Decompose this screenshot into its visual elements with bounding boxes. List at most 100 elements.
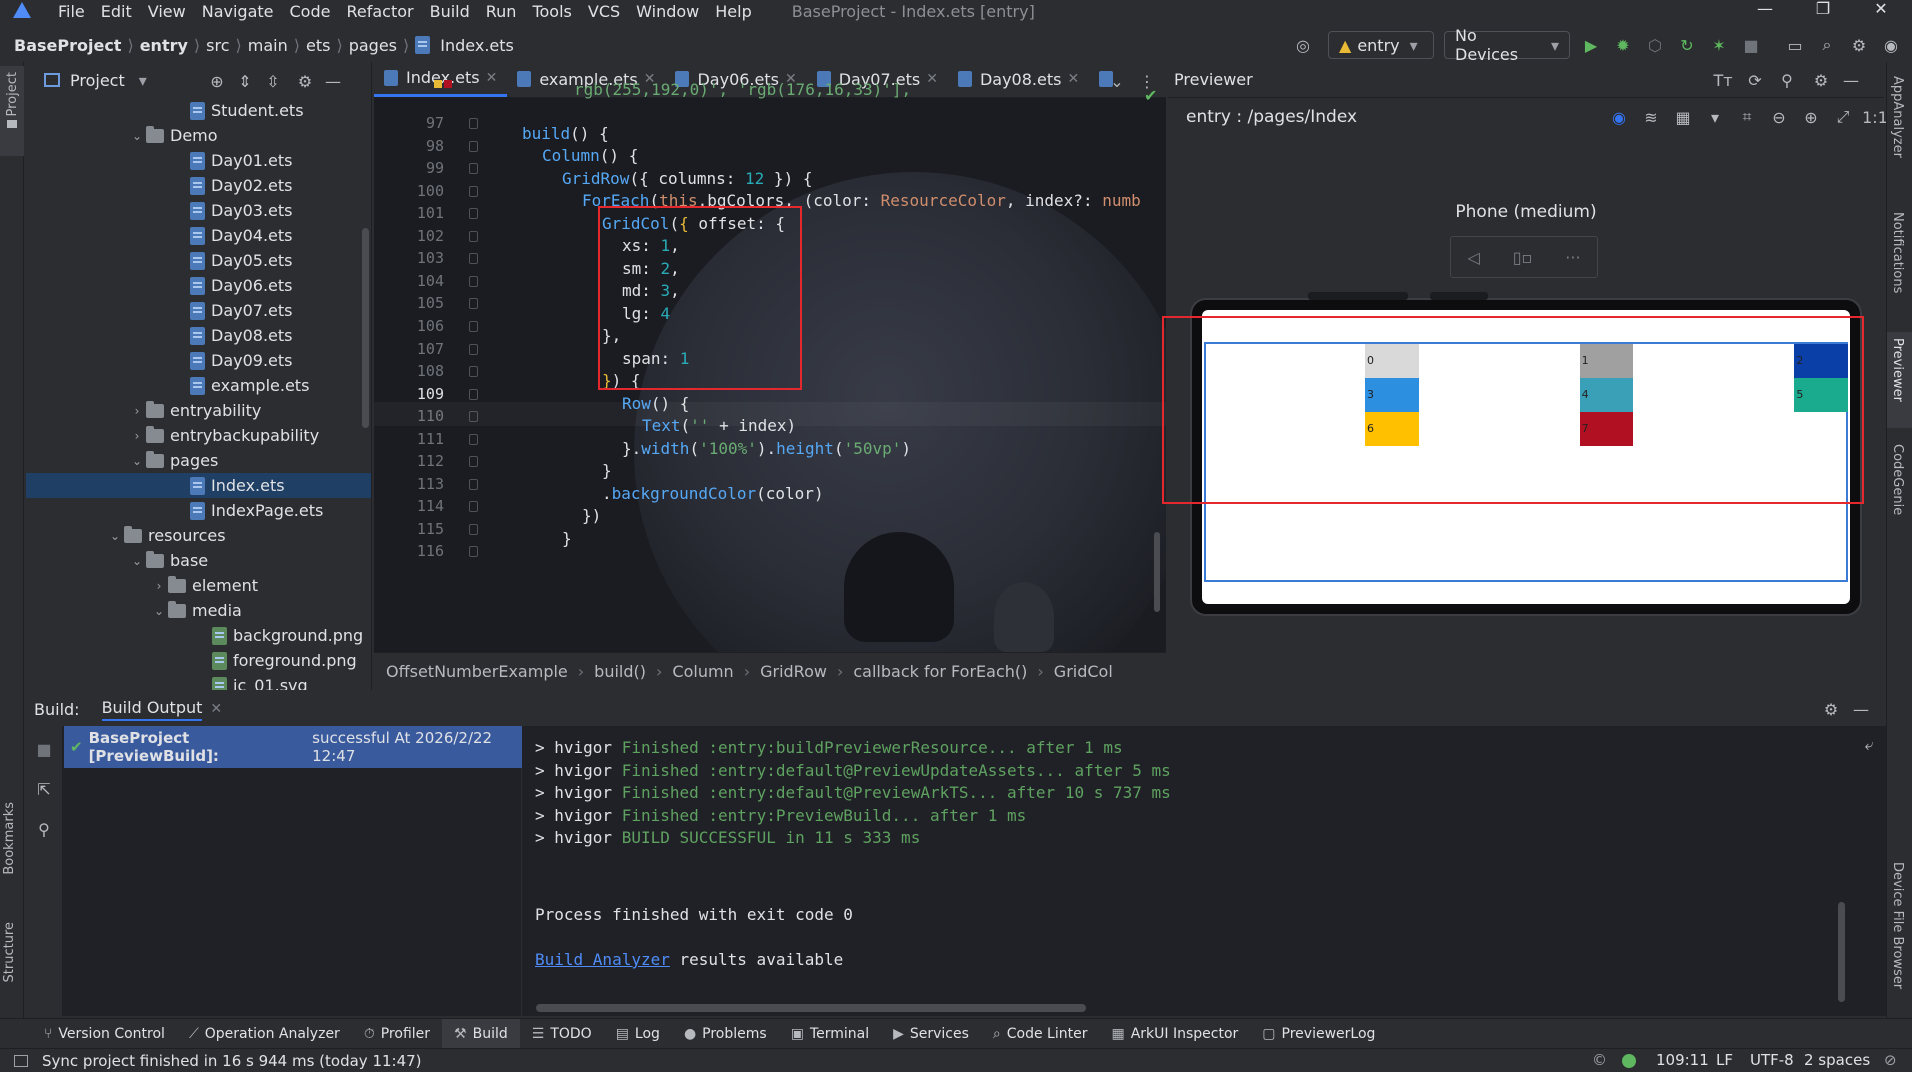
code-breadcrumb-item[interactable]: GridRow [760,662,827,681]
account-icon[interactable]: ◉ [1878,32,1904,58]
expand-all-icon[interactable]: ⇕ [232,68,258,94]
fold-marker-icon[interactable] [469,523,478,535]
back-icon[interactable]: ◁ [1467,248,1479,267]
collapse-all-icon[interactable]: ⇳ [260,68,286,94]
chevron-down-icon[interactable]: ▾ [139,71,147,90]
fold-marker-icon[interactable] [469,275,478,287]
chevron-down-icon[interactable]: ⌄ [106,529,124,543]
tree-item[interactable]: Day05.ets [26,248,371,273]
output-v-scrollbar[interactable] [1838,902,1845,1002]
code-line-113[interactable]: } [602,461,612,480]
tree-scrollbar[interactable] [362,228,369,428]
structure-tool-button[interactable]: Structure [2,922,17,986]
project-view-label[interactable]: Project [70,71,125,90]
tool-window-button[interactable]: ⚒ Build [442,1018,520,1049]
fold-marker-icon[interactable] [469,478,478,490]
crumb-project[interactable]: BaseProject [10,36,125,55]
crumb-module[interactable]: entry [136,36,192,55]
output-h-scrollbar[interactable] [536,1004,1086,1012]
menu-file[interactable]: File [50,2,93,21]
line-ending[interactable]: LF [1716,1051,1733,1069]
tree-item[interactable]: › element [26,573,371,598]
hide-panel-icon[interactable]: — [1838,67,1864,93]
fold-marker-icon[interactable] [469,456,478,468]
apply-changes-icon[interactable]: ↻ [1674,32,1700,58]
chevron-down-icon[interactable]: ⌄ [128,129,146,143]
stop-icon[interactable]: ■ [31,736,57,762]
crumb-src[interactable]: src [202,36,233,55]
code-line-110[interactable]: Row() { [622,394,689,413]
chevron-down-icon[interactable]: ⌄ [128,554,146,568]
code-line-116[interactable]: } [562,529,572,548]
fold-marker-icon[interactable] [469,118,478,129]
tree-item[interactable]: IndexPage.ets [26,498,371,523]
fold-marker-icon[interactable] [469,546,478,558]
stop-icon[interactable]: ■ [1738,32,1764,58]
chevron-down-icon[interactable]: ⌄ [150,604,168,618]
menu-edit[interactable]: Edit [93,2,140,21]
fold-marker-icon[interactable] [469,140,478,152]
tree-item[interactable]: background.png [26,623,371,648]
fold-marker-icon[interactable] [469,208,478,220]
tree-item[interactable]: Student.ets [26,98,371,123]
chevron-right-icon[interactable]: › [128,404,146,418]
device-file-browser-tool-button[interactable]: Device File Browser [1890,862,1905,993]
fold-marker-icon[interactable] [469,320,478,332]
chevron-right-icon[interactable]: › [150,579,168,593]
build-analyzer-link[interactable]: Build Analyzer [535,950,670,969]
editor-tab[interactable]: Day08.ets ✕ [948,62,1089,97]
menu-build[interactable]: Build [422,2,478,21]
indent-setting[interactable]: 2 spaces [1804,1051,1870,1069]
tree-item[interactable]: example.ets [26,373,371,398]
fold-marker-icon[interactable] [469,388,478,400]
editor-scrollbar[interactable] [1154,532,1160,612]
tree-item[interactable]: Day04.ets [26,223,371,248]
code-line-111[interactable]: Text('' + index) [642,416,796,435]
tool-window-button[interactable]: ☰ TODO [520,1019,604,1049]
tool-window-button[interactable]: ▤ Log [604,1019,672,1049]
menu-refactor[interactable]: Refactor [338,2,421,21]
tool-window-button[interactable]: ▣ Terminal [779,1019,881,1049]
gear-icon[interactable]: ⚙ [1818,696,1844,722]
refresh-icon[interactable]: ⟳ [1742,67,1768,93]
tree-item[interactable]: ⌄ media [26,598,371,623]
inspector-icon[interactable]: ◉ [1606,104,1632,130]
code-line-112[interactable]: }.width('100%').height('50vp') [622,439,911,458]
tree-item[interactable]: ⌄ resources [26,523,371,548]
target-icon[interactable]: ◎ [1290,32,1316,58]
chevron-right-icon[interactable]: › [128,429,146,443]
tree-item[interactable]: Day02.ets [26,173,371,198]
crumb-main[interactable]: main [244,36,292,55]
run-icon[interactable]: ▶ [1578,32,1604,58]
sync-icon[interactable] [14,1054,28,1067]
tree-item[interactable]: Day06.ets [26,273,371,298]
pin-icon[interactable]: ⚲ [31,816,57,842]
fold-marker-icon[interactable] [469,163,478,175]
gear-icon[interactable]: ⚙ [292,68,318,94]
ratio-icon[interactable]: 1:1 [1862,104,1888,130]
gear-icon[interactable]: ⚙ [1808,67,1834,93]
code-line-114[interactable]: .backgroundColor(color) [602,484,824,503]
open-external-icon[interactable]: ⇱ [31,776,57,802]
tool-window-button[interactable]: ⟋ Operation Analyzer [177,1019,352,1049]
tree-item[interactable]: Day01.ets [26,148,371,173]
tree-item[interactable]: Index.ets [26,473,371,498]
lock-icon[interactable]: ⊘ [1884,1051,1897,1069]
tree-item[interactable]: Day07.ets [26,298,371,323]
menu-code[interactable]: Code [282,2,339,21]
status-ok-icon[interactable] [1622,1054,1636,1068]
code-line-100[interactable]: GridRow({ columns: 12 }) { [562,169,812,188]
code-breadcrumb-item[interactable]: Column [672,662,733,681]
menu-help[interactable]: Help [707,2,759,21]
device-manager-icon[interactable]: ▭ [1782,32,1808,58]
build-status-row[interactable]: ✔ BaseProject [PreviewBuild]: successful… [64,726,522,768]
close-icon[interactable]: ✕ [926,71,938,87]
fold-marker-icon[interactable] [469,230,478,242]
tabs-overflow-icon[interactable]: ⌄ [1104,68,1130,94]
tool-window-button[interactable]: ⑂ Version Control [32,1019,177,1049]
code-line-98[interactable]: build() { [522,124,609,143]
tool-window-button[interactable]: ⏱ Profiler [352,1019,442,1049]
tree-item[interactable]: ic_01.svg [26,673,371,690]
code-line-99[interactable]: Column() { [542,146,638,165]
fold-marker-icon[interactable] [469,501,478,513]
